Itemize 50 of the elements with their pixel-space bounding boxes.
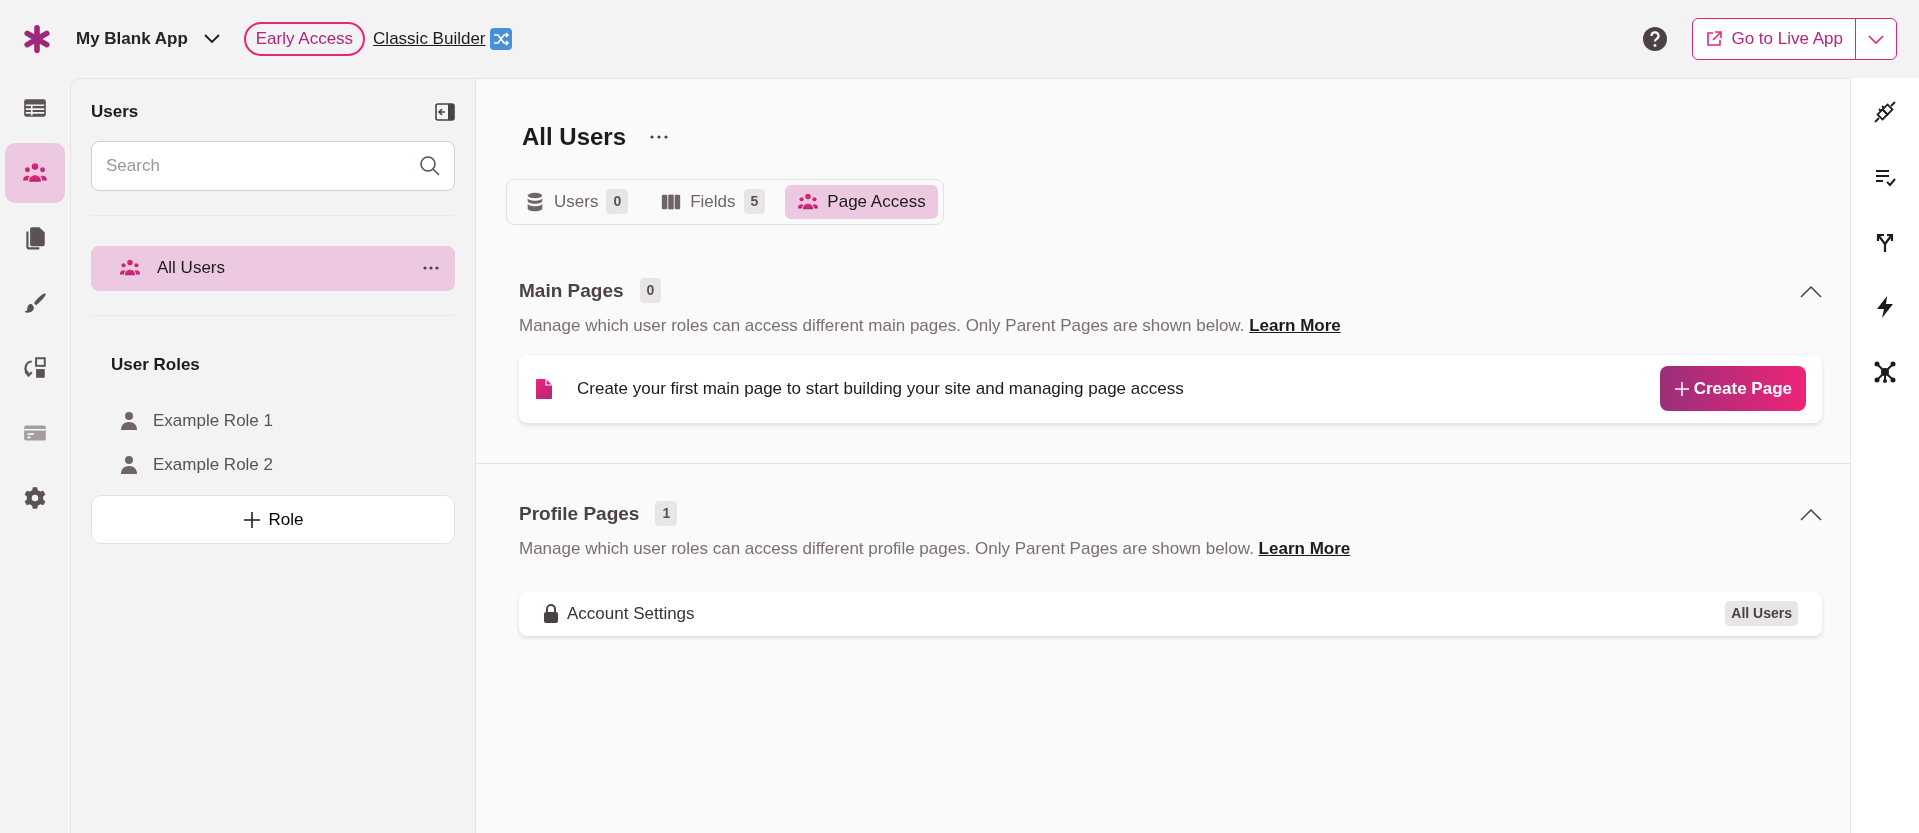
- tab[interactable]: Fields 5: [648, 185, 778, 219]
- help-icon[interactable]: [1642, 26, 1669, 52]
- user-group-item[interactable]: All Users: [91, 245, 455, 291]
- learn-more-link[interactable]: Learn More: [1249, 316, 1341, 335]
- plus-icon: [1673, 380, 1690, 397]
- chevron-down-icon: [1868, 34, 1884, 45]
- access-role-tag: All Users: [1725, 601, 1798, 626]
- early-access-badge: Early Access: [243, 22, 366, 56]
- page-row[interactable]: Account Settings All Users: [519, 591, 1822, 636]
- classic-builder-link[interactable]: Classic Builder: [373, 26, 512, 52]
- count-badge: 0: [639, 278, 662, 304]
- app-switcher[interactable]: My Blank App: [76, 26, 220, 52]
- role-item[interactable]: Example Role 1: [91, 399, 455, 443]
- asterisk-logo-icon[interactable]: [22, 24, 52, 54]
- section-heading: Main Pages: [519, 278, 624, 303]
- chevron-up-icon: [1800, 508, 1822, 521]
- document-icon: [535, 377, 553, 400]
- plus-icon: [242, 510, 261, 529]
- chevron-down-icon: [203, 34, 220, 44]
- user-roles-heading: User Roles: [110, 353, 201, 376]
- person-icon: [121, 411, 137, 431]
- external-link-icon: [1705, 30, 1724, 48]
- learn-more-link[interactable]: Learn More: [1258, 539, 1351, 558]
- more-options-icon[interactable]: [423, 266, 439, 270]
- add-role-button[interactable]: Role: [91, 495, 455, 544]
- settings-icon: [22, 485, 48, 511]
- collapse-panel-icon[interactable]: [435, 102, 455, 121]
- section-description: Manage which user roles can access different main pages. Only Parent Pages are shown below. Learn More: [519, 315, 1342, 337]
- section-description: Manage which user roles can access different profile pages. Only Parent Pages are shown below. Learn More: [519, 538, 1352, 560]
- empty-state-message: Create your first main page to start building your site and managing page access: [577, 377, 1185, 400]
- person-icon: [121, 455, 137, 475]
- sidebar-title: Users: [91, 101, 139, 123]
- count-badge: 0: [606, 189, 629, 215]
- chevron-up-icon: [1800, 285, 1822, 298]
- shuffle-icon: [489, 28, 512, 50]
- search-field[interactable]: Search: [91, 140, 455, 191]
- tab[interactable]: Page Access: [785, 185, 938, 219]
- nav-rail-item[interactable]: [5, 143, 65, 203]
- paintbrush-icon: [22, 290, 48, 316]
- create-page-button[interactable]: Create Page: [1659, 365, 1806, 412]
- tab[interactable]: Users 0: [512, 185, 641, 219]
- more-options-icon[interactable]: [650, 135, 669, 139]
- search-icon: [419, 154, 441, 177]
- section-heading: Profile Pages: [519, 501, 640, 526]
- count-badge: 5: [743, 189, 766, 215]
- role-item[interactable]: Example Role 2: [91, 443, 455, 487]
- page-name: Account Settings: [567, 602, 696, 625]
- flow-icon: [22, 355, 48, 381]
- count-badge: 1: [655, 501, 678, 527]
- page-title: All Users: [522, 122, 627, 152]
